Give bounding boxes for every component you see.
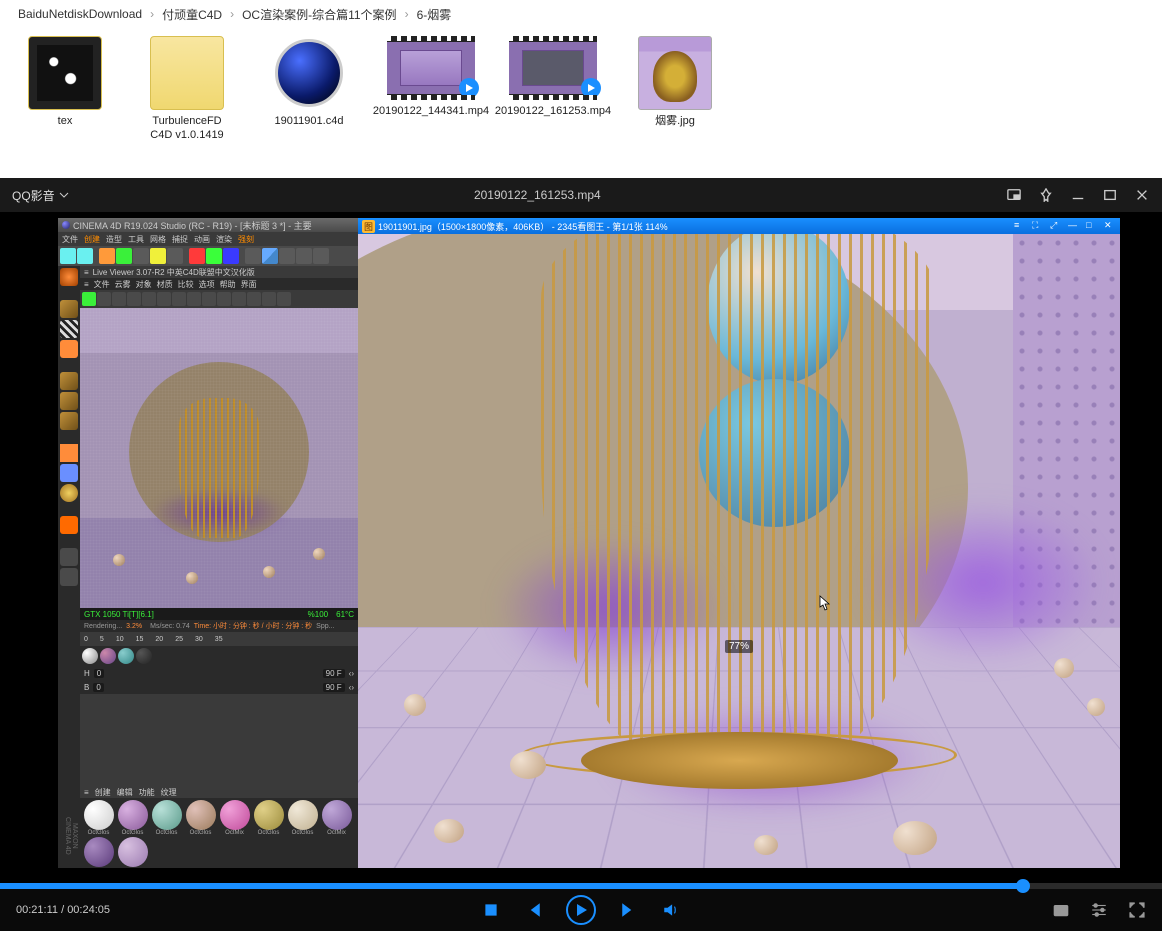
close-button[interactable] bbox=[1134, 187, 1150, 203]
app-name[interactable]: QQ影音 bbox=[12, 187, 69, 204]
video-player-window: QQ影音 20190122_161253.mp4 CINEMA 4D R19.0… bbox=[0, 178, 1162, 931]
render-status: Rendering...3.2%Ms/sec: 0.74Time: 小时 : 分… bbox=[80, 620, 358, 632]
chevron-down-icon bbox=[59, 190, 69, 200]
c4d-toolbar bbox=[58, 246, 358, 266]
folder-turbulencefd[interactable]: TurbulenceFD C4D v1.0.1419 bbox=[142, 36, 232, 166]
iv-maximize-icon: □ bbox=[1086, 220, 1098, 232]
folder-icon bbox=[150, 36, 224, 110]
crumb-3[interactable]: 6-烟雾 bbox=[417, 6, 452, 23]
screenshot-button[interactable] bbox=[1052, 901, 1070, 919]
image-content: 77% bbox=[358, 234, 1120, 868]
c4d-left-toolbar bbox=[58, 266, 80, 868]
crumb-2[interactable]: OC渲染案例-综合篇11个案例 bbox=[242, 6, 396, 23]
material-item bbox=[116, 837, 149, 867]
settings-button[interactable] bbox=[1090, 901, 1108, 919]
video-icon bbox=[387, 36, 475, 100]
stop-button[interactable] bbox=[482, 901, 500, 919]
maximize-button[interactable] bbox=[1102, 187, 1118, 203]
crumb-1[interactable]: 付顽童C4D bbox=[162, 6, 222, 23]
material-item: OctMix bbox=[320, 800, 353, 836]
folder-tex[interactable]: tex bbox=[20, 36, 110, 166]
crumb-0[interactable]: BaiduNetdiskDownload bbox=[18, 7, 142, 21]
file-c4d[interactable]: 19011901.c4d bbox=[264, 36, 354, 166]
file-video-2[interactable]: 20190122_161253.mp4 bbox=[508, 36, 598, 166]
video-content[interactable]: CINEMA 4D R19.024 Studio (RC - R19) - [未… bbox=[0, 212, 1162, 883]
c4d-window: CINEMA 4D R19.024 Studio (RC - R19) - [未… bbox=[58, 218, 358, 868]
progress-indicator: 77% bbox=[725, 640, 753, 653]
file-image[interactable]: 烟雾.jpg bbox=[630, 36, 720, 166]
c4d-menubar: 文件创建造型工具网格捕捉动画渲染强刻 bbox=[58, 232, 358, 246]
video-icon bbox=[509, 36, 597, 100]
c4d-titlebar: CINEMA 4D R19.024 Studio (RC - R19) - [未… bbox=[58, 218, 358, 232]
file-grid: tex TurbulenceFD C4D v1.0.1419 19011901.… bbox=[0, 28, 1162, 174]
material-browser: ≡创建编辑功能纹理 OctGlosOctGlosOctGlosOctGlosOc… bbox=[80, 786, 358, 868]
material-item: OctGlos bbox=[150, 800, 183, 836]
prev-button[interactable] bbox=[524, 901, 542, 919]
image-viewer-window: 图 19011901.jpg（1500×1800像素，406KB） - 2345… bbox=[358, 218, 1120, 868]
folder-icon bbox=[28, 36, 102, 110]
gpu-status: GTX 1050 Ti[T][6.1]%10061°C bbox=[80, 608, 358, 620]
seek-bar[interactable] bbox=[0, 883, 1162, 889]
player-titlebar: QQ影音 20190122_161253.mp4 bbox=[0, 178, 1162, 212]
iv-menu-icon: ≡ bbox=[1014, 220, 1026, 232]
iv-expand-icon: ⛶ bbox=[1032, 220, 1044, 232]
material-item: OctGlos bbox=[286, 800, 319, 836]
live-viewer-panel: ≡Live Viewer 3.07-R2 中英C4D联盟中文汉化版 ≡文件云雾对… bbox=[80, 266, 358, 666]
render-viewport bbox=[80, 308, 358, 608]
pip-button[interactable] bbox=[1006, 187, 1022, 203]
volume-button[interactable] bbox=[662, 901, 680, 919]
material-item: OctGlos bbox=[82, 800, 115, 836]
iv-minimize-icon: — bbox=[1068, 220, 1080, 232]
mouse-cursor-icon bbox=[815, 595, 831, 613]
material-item bbox=[82, 837, 115, 867]
minimize-button[interactable] bbox=[1070, 187, 1086, 203]
c4d-timeline: 05101520253035 bbox=[80, 632, 358, 646]
pin-button[interactable] bbox=[1038, 187, 1054, 203]
iv-close-icon: ✕ bbox=[1104, 220, 1116, 232]
material-item: OctGlos bbox=[252, 800, 285, 836]
fullscreen-button[interactable] bbox=[1128, 901, 1146, 919]
iv-fullscreen-icon: ⤢ bbox=[1050, 220, 1062, 232]
breadcrumb: BaiduNetdiskDownload› 付顽童C4D› OC渲染案例-综合篇… bbox=[0, 0, 1162, 28]
current-file-label: 20190122_161253.mp4 bbox=[69, 188, 1006, 202]
file-video-1[interactable]: 20190122_144341.mp4 bbox=[386, 36, 476, 166]
c4d-icon bbox=[272, 36, 346, 110]
maxon-logo: MAXONCINEMA 4D bbox=[60, 806, 78, 866]
material-item: OctMix bbox=[218, 800, 251, 836]
player-controls: 00:21:11 / 00:24:05 bbox=[0, 889, 1162, 931]
image-icon bbox=[638, 36, 712, 110]
material-item: OctGlos bbox=[184, 800, 217, 836]
next-button[interactable] bbox=[620, 901, 638, 919]
time-display: 00:21:11 / 00:24:05 bbox=[16, 904, 110, 916]
material-item: OctGlos bbox=[116, 800, 149, 836]
image-viewer-titlebar: 图 19011901.jpg（1500×1800像素，406KB） - 2345… bbox=[358, 218, 1120, 234]
play-button[interactable] bbox=[566, 895, 596, 925]
